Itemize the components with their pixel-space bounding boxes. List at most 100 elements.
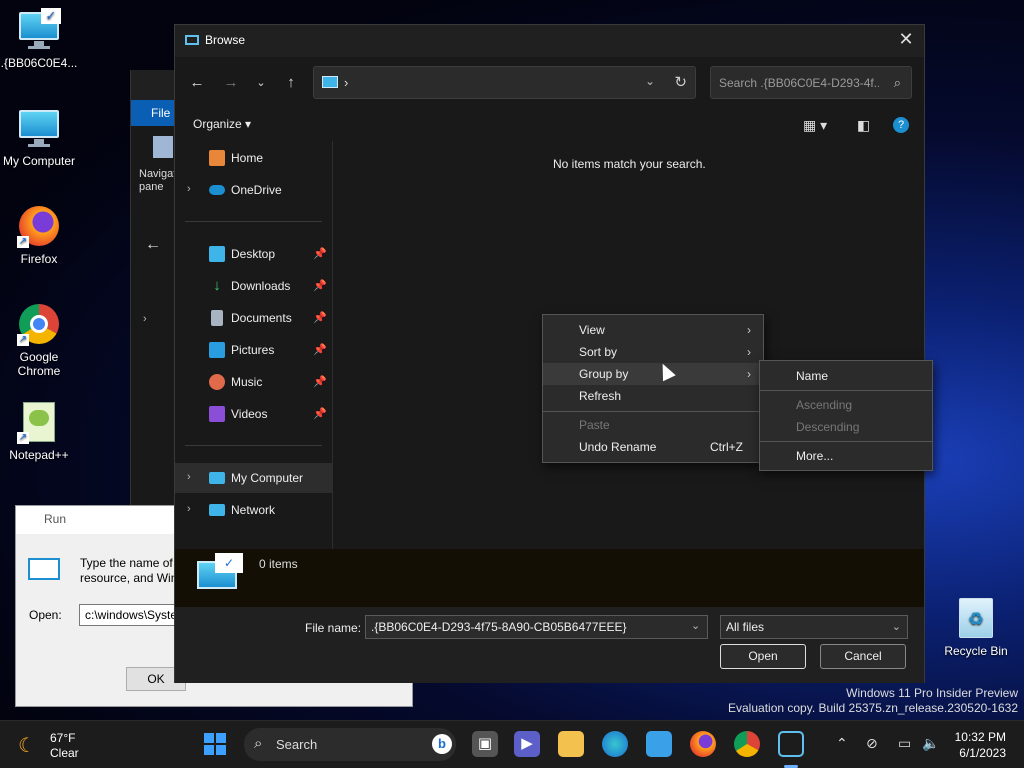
group-by-name[interactable]: Name (760, 365, 932, 387)
expand-chevron-icon[interactable]: › (187, 183, 191, 195)
taskbar-search-label: Search (276, 737, 318, 752)
back-arrow-icon[interactable]: ← (145, 236, 161, 254)
preview-pane-icon[interactable]: ◧ (857, 117, 870, 134)
edge-icon[interactable] (602, 731, 628, 757)
file-type-value: All files (726, 620, 765, 634)
pin-icon: 📌 (313, 312, 327, 324)
taskbar-search[interactable]: ⌕ Search b (244, 728, 456, 761)
nav-separator (185, 445, 322, 446)
nav-item-onedrive[interactable]: › OneDrive (175, 175, 332, 205)
expand-chevron-icon[interactable]: › (187, 503, 191, 515)
nav-item-downloads[interactable]: ↓ Downloads 📌 (175, 271, 332, 301)
nav-item-my-computer[interactable]: › My Computer (175, 463, 332, 493)
back-arrow-icon[interactable]: ← (187, 73, 207, 93)
background-explorer-window[interactable]: File Navigat pane ← › (130, 70, 181, 510)
onedrive-icon (209, 185, 225, 195)
open-button[interactable]: Open (720, 644, 806, 669)
up-arrow-icon[interactable]: ↑ (281, 73, 301, 93)
desktop-icon-my-computer[interactable]: My Computer (0, 106, 78, 168)
recent-locations-chevron-icon[interactable]: ⌄ (251, 73, 271, 93)
context-menu-group-by[interactable]: Group by › (543, 363, 763, 385)
context-menu-view[interactable]: View › (543, 319, 763, 341)
nav-item-desktop[interactable]: Desktop 📌 (175, 239, 332, 269)
desktop-icon-chrome[interactable]: ↗ Google Chrome (0, 302, 78, 378)
downloads-icon: ↓ (213, 277, 221, 294)
home-icon (209, 150, 225, 166)
menu-separator (760, 390, 932, 391)
address-bar[interactable]: › ⌄ ↻ (313, 66, 696, 99)
item-count: 0 items (259, 557, 298, 571)
forward-arrow-icon[interactable]: → (221, 73, 241, 93)
desktop-icon-clsid-folder[interactable]: ✓ .{BB06C0E4... (0, 8, 78, 70)
menu-item-label: Descending (796, 420, 860, 434)
run-description-line1: Type the name of a (80, 556, 180, 570)
context-menu: View › Sort by › Group by › Refresh Paste U… (542, 314, 764, 463)
system-clock[interactable]: 10:32 PM 6/1/2023 (955, 729, 1006, 761)
group-by-ascending[interactable]: Ascending (760, 394, 932, 416)
computer-check-icon: ✓ (195, 553, 245, 603)
context-menu-refresh[interactable]: Refresh (543, 385, 763, 407)
nav-item-label: Music (231, 375, 263, 389)
file-explorer-icon[interactable] (558, 731, 584, 757)
file-name-dropdown-icon[interactable]: ⌄ (691, 619, 700, 632)
chrome-icon[interactable] (734, 731, 760, 757)
address-chevron[interactable]: › (344, 75, 348, 90)
group-by-descending[interactable]: Descending (760, 416, 932, 438)
microsoft-store-icon[interactable] (646, 731, 672, 757)
address-dropdown-icon[interactable]: ⌄ (645, 74, 655, 88)
nav-item-pictures[interactable]: Pictures 📌 (175, 335, 332, 365)
computer-icon (209, 472, 225, 484)
weather-condition: Clear (50, 746, 79, 760)
chrome-icon: ↗ (17, 302, 61, 346)
pin-icon: 📌 (313, 408, 327, 420)
firefox-icon: ↗ (17, 204, 61, 248)
active-app-icon[interactable] (778, 731, 804, 757)
show-hidden-icons-chevron-icon[interactable]: ⌃ (836, 735, 848, 752)
desktop-icon-recycle-bin[interactable]: ♻ Recycle Bin (940, 598, 1012, 658)
refresh-icon[interactable]: ↻ (674, 73, 687, 91)
context-menu-paste[interactable]: Paste (543, 414, 763, 436)
nav-item-network[interactable]: › Network (175, 495, 332, 525)
task-view-icon[interactable]: ▣ (472, 731, 498, 757)
run-open-input[interactable]: c:\windows\Syste (79, 604, 189, 626)
volume-icon[interactable]: 🔈 (922, 735, 939, 752)
nav-separator (185, 221, 322, 222)
recycle-bin-icon: ♻ (959, 598, 993, 638)
chevron-right-icon[interactable]: › (143, 313, 147, 325)
context-menu-undo-rename[interactable]: Undo Rename Ctrl+Z (543, 436, 763, 458)
file-type-select[interactable]: All files ⌄ (720, 615, 908, 639)
notepadpp-icon: ↗ (17, 400, 61, 444)
group-by-more[interactable]: More... (760, 445, 932, 467)
display-icon[interactable]: ▭ (898, 735, 911, 752)
bing-icon[interactable]: b (432, 734, 452, 754)
taskbar: ☾ 67°F Clear ⌕ Search b ▣ ▶ ⌃ ⊘ ▭ 🔈 10:3… (0, 720, 1024, 768)
nav-item-home[interactable]: Home (175, 143, 332, 173)
search-box[interactable]: ⌕ (710, 66, 912, 99)
nav-item-label: Downloads (231, 279, 291, 293)
navigation-pane-label[interactable]: Navigat pane (139, 168, 176, 194)
nav-item-documents[interactable]: Documents 📌 (175, 303, 332, 333)
nav-item-music[interactable]: Music 📌 (175, 367, 332, 397)
expand-chevron-icon[interactable]: › (187, 471, 191, 483)
empty-folder-message: No items match your search. (553, 157, 706, 171)
teams-chat-icon[interactable]: ▶ (514, 731, 540, 757)
desktop-icon-firefox[interactable]: ↗ Firefox (0, 204, 78, 266)
firefox-icon[interactable] (690, 731, 716, 757)
context-menu-sort-by[interactable]: Sort by › (543, 341, 763, 363)
menu-item-label: Paste (579, 418, 610, 432)
nav-item-videos[interactable]: Videos 📌 (175, 399, 332, 429)
search-input[interactable] (719, 75, 879, 91)
file-name-input[interactable] (365, 615, 708, 639)
change-view-icon[interactable]: ▦ ▾ (803, 117, 827, 134)
start-button[interactable] (204, 733, 226, 755)
desktop-folder-icon (209, 246, 225, 262)
desktop-icon-notepadpp[interactable]: ↗ Notepad++ (0, 400, 78, 462)
network-disconnected-icon[interactable]: ⊘ (866, 735, 878, 752)
music-icon (209, 374, 225, 390)
nav-item-label: Pictures (231, 343, 275, 357)
help-icon[interactable]: ? (893, 117, 909, 133)
organize-button[interactable]: Organize ▾ (193, 117, 251, 131)
cancel-button[interactable]: Cancel (820, 644, 906, 669)
menu-separator (543, 411, 763, 412)
close-icon[interactable]: ✕ (896, 29, 916, 49)
